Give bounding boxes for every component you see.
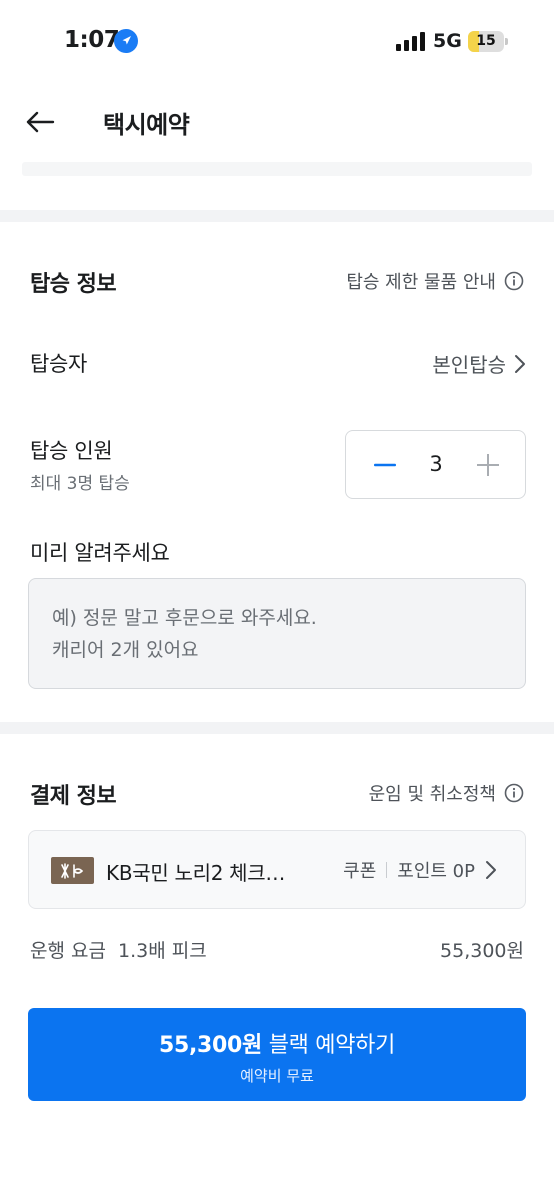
fare-policy-link[interactable]: 운임 및 취소정책 (369, 780, 524, 806)
decrease-button[interactable] (368, 448, 402, 482)
battery-level: 15 (476, 33, 496, 49)
minus-icon (374, 463, 396, 467)
back-button[interactable] (22, 104, 58, 140)
reserve-fee-note: 예약비 무료 (240, 1067, 314, 1085)
plus-icon (477, 454, 499, 476)
section-divider (0, 722, 554, 734)
chevron-right-icon (486, 861, 496, 879)
reserve-button-label: 55,300원 블랙 예약하기 (28, 1027, 526, 1059)
payment-info-title: 결제 정보 (30, 784, 117, 809)
reserve-button[interactable]: 55,300원 블랙 예약하기 예약비 무료 (28, 1008, 526, 1101)
network-label: 5G (433, 30, 462, 52)
battery-icon: 15 (468, 31, 508, 52)
headcount-limit: 최대 3명 탑승 (30, 474, 130, 494)
restricted-items-link[interactable]: 탑승 제한 물품 안내 (346, 268, 524, 294)
location-arrow-icon (114, 29, 138, 53)
reserve-action: 블랙 예약하기 (262, 1033, 396, 1058)
memo-placeholder: 예) 정문 말고 후문으로 와주세요. 캐리어 2개 있어요 (52, 607, 317, 661)
memo-label: 미리 알려주세요 (30, 541, 170, 565)
header-divider (22, 162, 532, 176)
status-time: 1:07 (64, 27, 120, 53)
info-icon (504, 783, 524, 803)
kb-card-logo-icon (51, 857, 94, 884)
status-bar: 1:07 5G 15 (0, 0, 554, 84)
fare-value: 55,300원 (440, 940, 524, 962)
reserve-price: 55,300원 (158, 1033, 262, 1058)
section-divider (0, 210, 554, 222)
payment-card-selector[interactable]: KB국민 노리2 체크… 쿠폰 포인트 0P (28, 830, 526, 909)
coupon-label: 쿠폰 (343, 861, 377, 882)
points-label: 포인트 0P (397, 861, 475, 882)
increase-button[interactable] (471, 448, 505, 482)
passenger-value: 본인탑승 (432, 353, 506, 377)
signal-icon (396, 32, 425, 51)
card-benefits: 쿠폰 포인트 0P (343, 857, 497, 883)
app-header: 택시예약 (0, 88, 554, 156)
info-icon (504, 271, 524, 291)
fare-policy-label: 운임 및 취소정책 (368, 784, 496, 805)
card-name: KB국민 노리2 체크… (106, 861, 286, 885)
back-arrow-icon (26, 111, 55, 133)
restricted-items-label: 탑승 제한 물품 안내 (346, 272, 496, 293)
chevron-right-icon (515, 354, 525, 373)
boarding-info-title: 탑승 정보 (30, 272, 117, 297)
passenger-selector[interactable]: 본인탑승 (432, 349, 526, 378)
headcount-stepper: 3 (345, 430, 526, 499)
passenger-label: 탑승자 (30, 352, 88, 376)
memo-input[interactable]: 예) 정문 말고 후문으로 와주세요. 캐리어 2개 있어요 (28, 578, 526, 689)
page-title: 택시예약 (103, 111, 190, 139)
separator (386, 862, 388, 878)
headcount-label: 탑승 인원 (30, 439, 113, 463)
fare-label: 운행 요금 1.3배 피크 (30, 940, 207, 962)
headcount-value: 3 (429, 452, 443, 476)
